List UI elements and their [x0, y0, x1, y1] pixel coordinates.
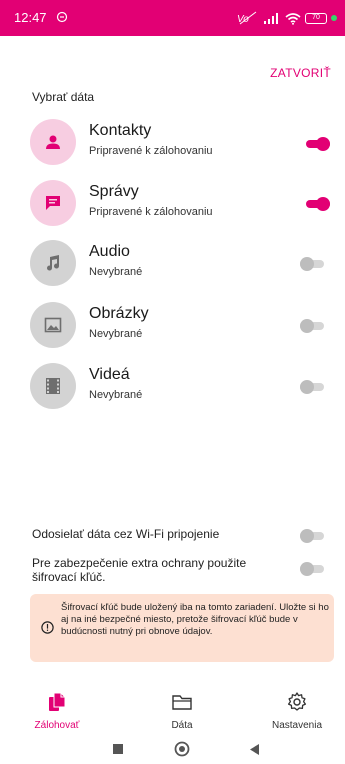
status-indicators: Vo 70: [237, 9, 337, 27]
nav-label: Nastavenia: [271, 720, 323, 731]
home-icon[interactable]: [174, 741, 190, 757]
svg-text:Vo: Vo: [237, 14, 249, 25]
list-item-contacts[interactable]: Kontakty Pripravené k zálohovaniu: [30, 119, 335, 169]
status-dot: [331, 15, 337, 21]
toggle-thumb: [316, 137, 330, 151]
list-item-images[interactable]: Obrázky Nevybrané: [30, 302, 335, 352]
nav-item-data[interactable]: Dáta: [137, 688, 227, 736]
images-avatar: [30, 302, 76, 348]
nav-item-settings[interactable]: Nastavenia: [252, 688, 342, 736]
person-icon: [46, 135, 60, 149]
item-status: Pripravené k zálohovaniu: [89, 145, 213, 157]
close-button[interactable]: ZATVORIŤ: [270, 66, 331, 80]
film-icon: [46, 378, 60, 394]
message-icon: [46, 196, 60, 210]
videos-toggle[interactable]: [300, 380, 324, 394]
toggle-thumb: [300, 319, 314, 333]
list-item-videos[interactable]: Videá Nevybrané: [30, 363, 335, 413]
nav-label: Zálohovať: [34, 720, 80, 731]
list-item-audio[interactable]: Audio Nevybrané: [30, 240, 335, 290]
status-bar: 12:47 Vo 70: [0, 0, 345, 36]
section-title: Vybrať dáta: [32, 90, 95, 104]
volte-icon: Vo: [237, 11, 257, 25]
images-toggle[interactable]: [300, 319, 324, 333]
info-icon: [41, 621, 54, 634]
messages-toggle[interactable]: [306, 197, 330, 211]
item-status: Nevybrané: [89, 328, 143, 340]
toggle-thumb: [300, 380, 314, 394]
contacts-toggle[interactable]: [306, 137, 330, 151]
wifi-toggle[interactable]: [300, 529, 324, 543]
item-name: Kontakty: [89, 122, 152, 139]
item-name: Správy: [89, 183, 139, 200]
folder-icon: [172, 695, 192, 710]
system-navigation-bar: [0, 736, 345, 764]
nav-item-backup[interactable]: Zálohovať: [12, 688, 102, 736]
battery-icon: 70: [305, 12, 327, 24]
nav-label: Dáta: [171, 720, 193, 731]
status-time: 12:47: [14, 10, 47, 25]
wifi-setting-label: Odosielať dáta cez Wi-Fi pripojenie: [32, 527, 220, 541]
music-note-icon: [47, 255, 60, 271]
encryption-toggle[interactable]: [300, 562, 324, 576]
bottom-navigation: Zálohovať Dáta Nastavenia: [0, 688, 345, 736]
item-status: Pripravené k zálohovaniu: [89, 206, 213, 218]
encryption-warning: Šifrovací kľúč bude uložený iba na tomto…: [30, 594, 334, 662]
wifi-icon: [285, 12, 301, 25]
backup-icon: [49, 692, 66, 711]
audio-avatar: [30, 240, 76, 286]
toggle-thumb: [300, 257, 314, 271]
warning-text: Šifrovací kľúč bude uložený iba na tomto…: [61, 602, 329, 637]
item-status: Nevybrané: [89, 266, 143, 278]
notification-icon: [56, 11, 68, 23]
toggle-thumb: [316, 197, 330, 211]
list-item-messages[interactable]: Správy Pripravené k zálohovaniu: [30, 180, 335, 230]
item-name: Videá: [89, 366, 130, 383]
item-name: Audio: [89, 243, 130, 260]
item-status: Nevybrané: [89, 389, 143, 401]
contacts-avatar: [30, 119, 76, 165]
item-name: Obrázky: [89, 305, 149, 322]
messages-avatar: [30, 180, 76, 226]
signal-icon: [264, 13, 278, 24]
videos-avatar: [30, 363, 76, 409]
toggle-thumb: [300, 562, 314, 576]
audio-toggle[interactable]: [300, 257, 324, 271]
encryption-setting-label: Pre zabezpečenie extra ochrany použite š…: [32, 556, 247, 584]
back-icon[interactable]: [248, 743, 260, 756]
toggle-thumb: [300, 529, 314, 543]
recent-apps-icon[interactable]: [112, 743, 124, 755]
gear-icon: [287, 692, 307, 711]
image-icon: [44, 317, 62, 333]
